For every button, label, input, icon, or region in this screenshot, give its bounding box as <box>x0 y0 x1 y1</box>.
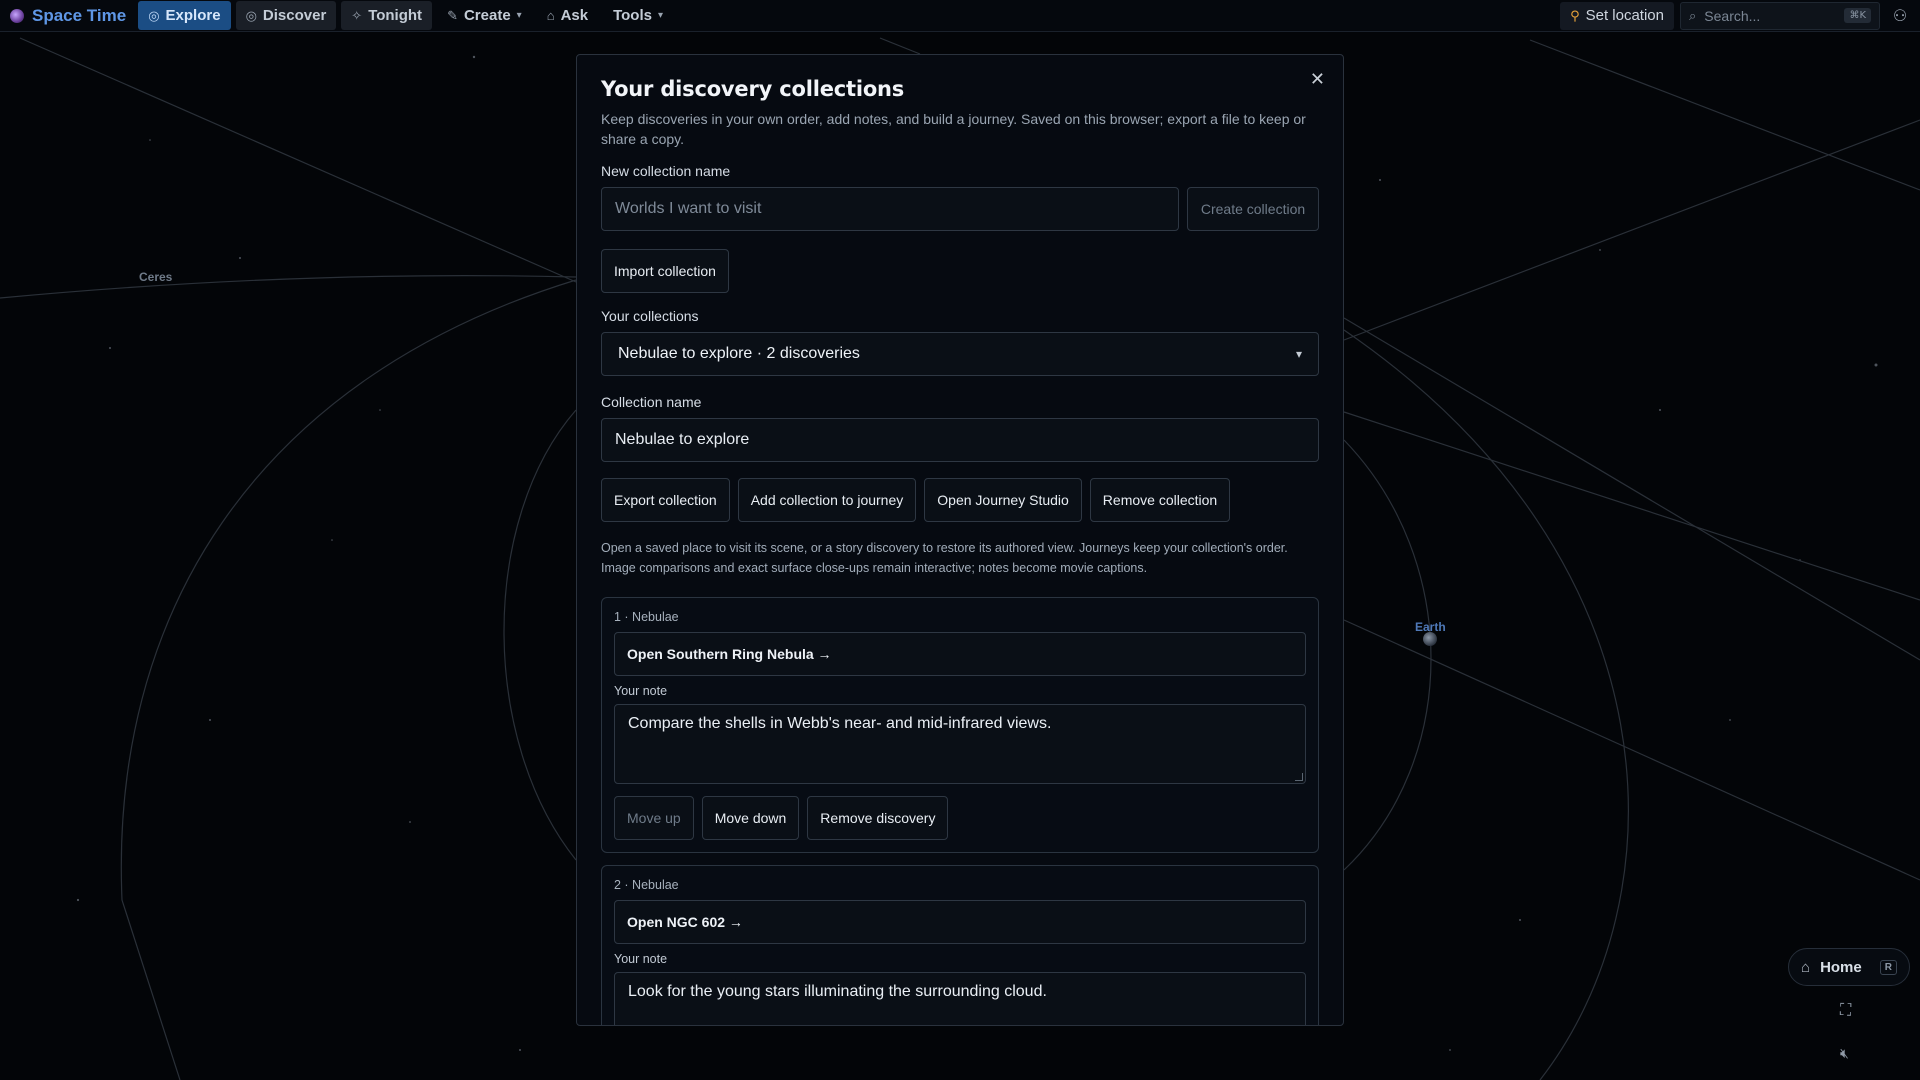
chevron-down-icon: ▾ <box>1295 347 1302 361</box>
discovery-card: 1 · Nebulae Open Southern Ring Nebula → … <box>601 597 1319 853</box>
search-shortcut-badge: ⌘K <box>1844 8 1871 23</box>
mute-icon[interactable]: 🔇︎ <box>1840 1045 1849 1062</box>
new-collection-name-input[interactable]: Worlds I want to visit <box>601 187 1179 231</box>
nav-create-label: Create <box>463 7 511 24</box>
collections-dialog: ✕ Your discovery collections Keep discov… <box>576 54 1344 1026</box>
chevron-down-icon: ▾ <box>516 10 522 21</box>
open-journey-studio-button[interactable]: Open Journey Studio <box>924 478 1082 522</box>
brand[interactable]: Space Time <box>10 6 126 26</box>
ceres-label[interactable]: Ceres <box>139 270 172 284</box>
planet-logo-icon <box>10 8 24 23</box>
set-location-button[interactable]: ⚲ Set location <box>1560 1 1674 30</box>
home-icon: ⌂ <box>1801 958 1811 976</box>
search-input[interactable]: ⌕ Search... ⌘K <box>1680 1 1880 30</box>
dialog-body: Your discovery collections Keep discover… <box>601 77 1319 1025</box>
collections-select[interactable]: Nebulae to explore · 2 discoveries ▾ <box>601 332 1319 376</box>
nav-explore-label: Explore <box>165 7 221 24</box>
note-label: Your note <box>614 952 668 966</box>
create-collection-button[interactable]: Create collection <box>1187 187 1319 231</box>
home-button[interactable]: ⌂ Home R <box>1788 948 1910 986</box>
resize-handle-icon[interactable] <box>1295 773 1303 781</box>
top-bar: Space Time ◎ Explore ◎ Discover ✧ Tonigh… <box>0 0 1920 32</box>
new-collection-label: New collection name <box>601 163 731 179</box>
dialog-subtitle: Keep discoveries in your own order, add … <box>601 111 1306 147</box>
map-pin-icon: ⚲ <box>1570 7 1580 23</box>
discovery-tag: 2 · Nebulae <box>614 878 679 892</box>
nav-explore[interactable]: ◎ Explore <box>138 1 231 30</box>
collection-name-input[interactable]: Nebulae to explore <box>601 418 1319 462</box>
open-discovery-button[interactable]: Open NGC 602 → <box>614 900 1306 944</box>
nav-discover-label: Discover <box>262 7 327 24</box>
nav-ask[interactable]: ⌂ Ask <box>537 1 598 30</box>
user-icon[interactable]: ⚇ <box>1880 6 1920 26</box>
compass-icon: ◎ <box>148 7 160 23</box>
note-text: Look for the young stars illuminating th… <box>628 983 1047 1000</box>
move-down-button[interactable]: Move down <box>701 796 800 840</box>
export-collection-button[interactable]: Export collection <box>601 478 730 522</box>
add-to-journey-button[interactable]: Add collection to journey <box>737 478 917 522</box>
move-up-button[interactable]: Move up <box>614 796 694 840</box>
robot-icon: ⌂ <box>546 8 555 23</box>
chevron-down-icon: ▾ <box>657 10 664 21</box>
open-discovery-button[interactable]: Open Southern Ring Nebula → <box>614 632 1306 676</box>
selected-collection: Nebulae to explore · 2 discoveries <box>618 345 860 362</box>
earth-marker[interactable] <box>1423 632 1437 646</box>
search-icon: ⌕ <box>1689 7 1697 23</box>
brand-name: Space Time <box>32 5 127 25</box>
nav-create[interactable]: ✎ Create ▾ <box>437 1 532 30</box>
nav-tonight[interactable]: ✧ Tonight <box>341 1 433 30</box>
note-textarea[interactable]: Compare the shells in Webb's near- and m… <box>614 704 1306 784</box>
wand-icon: ✎ <box>447 7 458 23</box>
fullscreen-icon[interactable]: ⛶ <box>1840 1002 1851 1020</box>
home-shortcut-badge: R <box>1879 959 1897 975</box>
note-label: Your note <box>614 684 668 698</box>
your-collections-label: Your collections <box>601 308 699 324</box>
new-collection-row: Worlds I want to visit Create collection <box>601 187 1319 231</box>
note-textarea[interactable]: Look for the young stars illuminating th… <box>614 972 1306 1025</box>
import-collection-button[interactable]: Import collection <box>601 249 729 293</box>
discovery-card: 2 · Nebulae Open NGC 602 → Your note Loo… <box>601 865 1319 1025</box>
sparkle-icon: ✧ <box>351 7 363 23</box>
compass-icon: ◎ <box>245 7 257 23</box>
note-text: Compare the shells in Webb's near- and m… <box>628 715 1052 732</box>
nav-ask-label: Ask <box>560 7 589 24</box>
remove-discovery-button[interactable]: Remove discovery <box>807 796 949 840</box>
home-label: Home <box>1820 958 1862 976</box>
collection-actions: Export collection Add collection to jour… <box>601 478 1319 522</box>
help-text: Open a saved place to visit its scene, o… <box>601 541 1288 575</box>
nav-discover[interactable]: ◎ Discover <box>235 1 337 30</box>
search-placeholder: Search... <box>1704 7 1761 24</box>
remove-collection-button[interactable]: Remove collection <box>1089 478 1231 522</box>
nav-tools[interactable]: Tools ▾ <box>603 1 673 30</box>
topbar-right: ⚲ Set location ⌕ Search... ⌘K ⚇ <box>1560 0 1920 31</box>
discovery-tag: 1 · Nebulae <box>614 610 679 624</box>
dialog-title: Your discovery collections <box>601 77 905 101</box>
collection-name-label: Collection name <box>601 394 702 410</box>
set-location-label: Set location <box>1585 7 1664 24</box>
nav-tonight-label: Tonight <box>368 7 423 24</box>
discovery-actions: Move up Move down Remove discovery <box>614 796 1306 840</box>
nav-tools-label: Tools <box>613 7 652 24</box>
